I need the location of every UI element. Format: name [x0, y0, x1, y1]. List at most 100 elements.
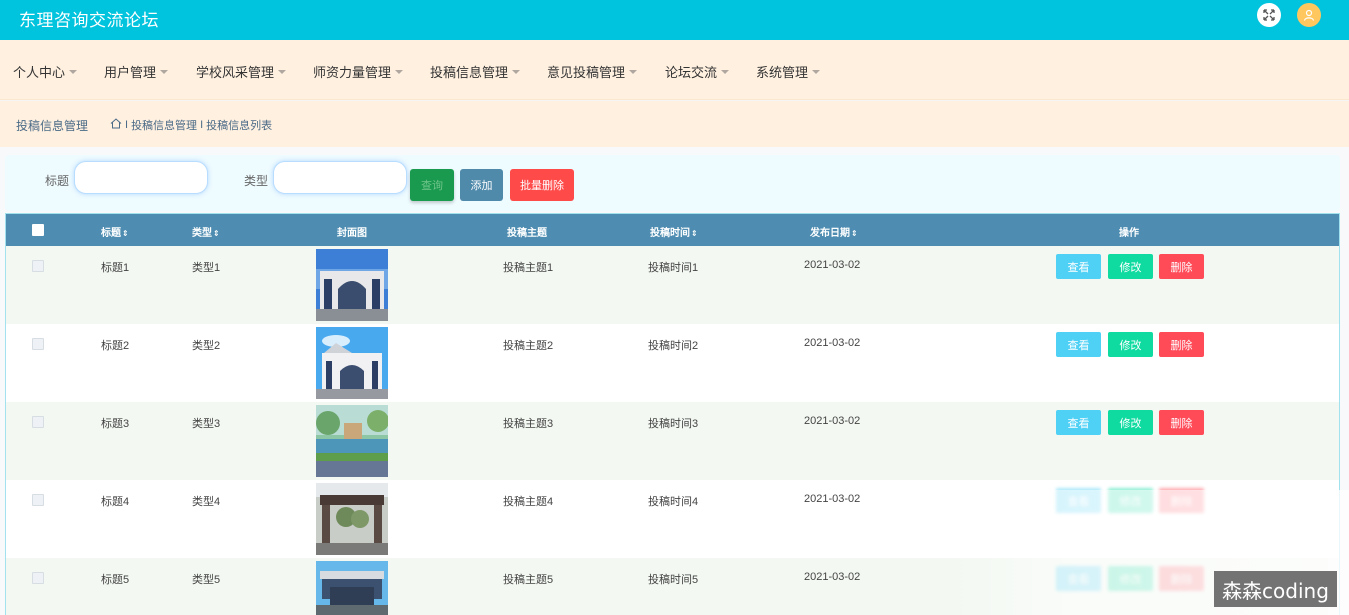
- chevron-down-icon: [812, 69, 821, 74]
- column-header-actions: 操作: [1119, 228, 1139, 239]
- row-checkbox[interactable]: [32, 260, 44, 272]
- cell-topic: 投稿主题2: [503, 340, 554, 352]
- delete-button[interactable]: 删除: [1159, 254, 1204, 279]
- cell-type: 类型1: [192, 262, 221, 274]
- table-row: 标题3 类型3 投稿主题3 投稿时间3 2021-03-02 查看 修改 删除: [6, 402, 1339, 480]
- cell-time: 投稿时间2: [648, 340, 699, 352]
- view-button[interactable]: 查看: [1056, 488, 1101, 513]
- cell-title: 标题4: [101, 496, 130, 508]
- view-button[interactable]: 查看: [1056, 254, 1101, 279]
- cover-image[interactable]: [316, 561, 388, 615]
- batch-delete-button[interactable]: 批量删除: [510, 169, 574, 201]
- cell-topic: 投稿主题4: [503, 496, 554, 508]
- sort-icon: ⇕: [122, 229, 129, 238]
- edit-button[interactable]: 修改: [1108, 488, 1153, 513]
- cell-topic: 投稿主题1: [503, 262, 554, 274]
- nav-item-user-management[interactable]: 用户管理: [104, 62, 169, 81]
- title-search-input[interactable]: [74, 161, 208, 194]
- cover-image[interactable]: [316, 249, 388, 321]
- cell-title: 标题2: [101, 340, 130, 352]
- search-button[interactable]: 查询: [410, 169, 454, 201]
- breadcrumb-separator: I: [200, 119, 204, 131]
- nav-item-school-showcase[interactable]: 学校风采管理: [196, 62, 287, 81]
- row-checkbox[interactable]: [32, 338, 44, 350]
- table-row: 标题5 类型5 投稿主题5 投稿时间5 2021-03-02 查看 修改 删除: [6, 558, 1339, 615]
- view-button[interactable]: 查看: [1056, 332, 1101, 357]
- cell-title: 标题1: [101, 262, 130, 274]
- breadcrumb-separator: I: [125, 119, 129, 131]
- edit-button[interactable]: 修改: [1108, 410, 1153, 435]
- table-row: 标题4 类型4 投稿主题4 投稿时间4 2021-03-02 查看 修改 删除: [6, 480, 1339, 558]
- type-search-input[interactable]: [273, 161, 407, 194]
- cell-date: 2021-03-02: [804, 259, 861, 271]
- cell-title: 标题3: [101, 418, 130, 430]
- view-button[interactable]: 查看: [1056, 410, 1101, 435]
- view-button[interactable]: 查看: [1056, 566, 1101, 591]
- app-title: 东理咨询交流论坛: [19, 11, 159, 30]
- delete-button[interactable]: 删除: [1159, 566, 1204, 591]
- title-search-label: 标题: [45, 174, 70, 188]
- column-header-cover: 封面图: [337, 228, 367, 239]
- chevron-down-icon: [629, 69, 638, 74]
- cell-time: 投稿时间3: [648, 418, 699, 430]
- cell-type: 类型4: [192, 496, 221, 508]
- row-checkbox[interactable]: [32, 494, 44, 506]
- breadcrumb-item: 投稿信息列表: [206, 120, 273, 132]
- table-row: 标题1 类型1 投稿主题1 投稿时间1 2021-03-02 查看 修改 删除: [6, 246, 1339, 324]
- submissions-table: 标题⇕ 类型⇕ 封面图 投稿主题 投稿时间⇕ 发布日期⇕ 操作 标题1 类型1 …: [5, 213, 1340, 615]
- row-checkbox[interactable]: [32, 416, 44, 428]
- breadcrumb-bar: 投稿信息管理 I 投稿信息管理 I 投稿信息列表: [0, 101, 1349, 147]
- column-header-type[interactable]: 类型⇕: [192, 224, 220, 239]
- column-header-time[interactable]: 投稿时间⇕: [650, 224, 698, 239]
- chevron-down-icon: [69, 69, 78, 74]
- cell-topic: 投稿主题3: [503, 418, 554, 430]
- cell-date: 2021-03-02: [804, 415, 861, 427]
- cell-type: 类型5: [192, 574, 221, 586]
- main-nav: 个人中心 用户管理 学校风采管理 师资力量管理 投稿信息管理 意见投稿管理 论坛…: [0, 40, 1349, 100]
- breadcrumb-item[interactable]: 投稿信息管理: [131, 117, 197, 133]
- sort-icon: ⇕: [851, 229, 858, 238]
- delete-button[interactable]: 删除: [1159, 488, 1204, 513]
- cell-topic: 投稿主题5: [503, 574, 554, 586]
- delete-button[interactable]: 删除: [1159, 410, 1204, 435]
- cell-time: 投稿时间5: [648, 574, 699, 586]
- select-all-checkbox[interactable]: [32, 224, 44, 236]
- delete-button[interactable]: 删除: [1159, 332, 1204, 357]
- row-checkbox[interactable]: [32, 572, 44, 584]
- column-header-date[interactable]: 发布日期⇕: [810, 224, 858, 239]
- chevron-down-icon: [512, 69, 521, 74]
- edit-button[interactable]: 修改: [1108, 332, 1153, 357]
- nav-item-system[interactable]: 系统管理: [756, 62, 821, 81]
- cell-time: 投稿时间4: [648, 496, 699, 508]
- nav-item-forum[interactable]: 论坛交流: [665, 62, 730, 81]
- column-header-topic: 投稿主题: [507, 228, 547, 239]
- fullscreen-icon[interactable]: [1257, 3, 1281, 27]
- chevron-down-icon: [721, 69, 730, 74]
- breadcrumb: I 投稿信息管理 I 投稿信息列表: [110, 117, 272, 133]
- nav-item-submissions[interactable]: 投稿信息管理: [430, 62, 521, 81]
- user-avatar-icon[interactable]: [1297, 3, 1321, 27]
- cover-image[interactable]: [316, 483, 388, 555]
- chevron-down-icon: [160, 69, 169, 74]
- cell-date: 2021-03-02: [804, 337, 861, 349]
- table-row: 标题2 类型2 投稿主题2 投稿时间2 2021-03-02 查看 修改 删除: [6, 324, 1339, 402]
- add-button[interactable]: 添加: [460, 169, 503, 201]
- cell-date: 2021-03-02: [804, 493, 861, 505]
- cell-time: 投稿时间1: [648, 262, 699, 274]
- cover-image[interactable]: [316, 327, 388, 399]
- nav-item-faculty[interactable]: 师资力量管理: [313, 62, 404, 81]
- chevron-down-icon: [278, 69, 287, 74]
- cell-title: 标题5: [101, 574, 130, 586]
- edit-button[interactable]: 修改: [1108, 254, 1153, 279]
- edit-button[interactable]: 修改: [1108, 566, 1153, 591]
- page-title: 投稿信息管理: [16, 119, 89, 133]
- cell-date: 2021-03-02: [804, 571, 861, 583]
- sort-icon: ⇕: [691, 229, 698, 238]
- type-search-label: 类型: [244, 174, 269, 188]
- nav-item-personal-center[interactable]: 个人中心: [13, 62, 78, 81]
- cover-image[interactable]: [316, 405, 388, 477]
- nav-item-feedback[interactable]: 意见投稿管理: [547, 62, 638, 81]
- watermark: 森森coding: [1214, 571, 1337, 607]
- column-header-title[interactable]: 标题⇕: [101, 224, 129, 239]
- home-icon[interactable]: [110, 118, 122, 132]
